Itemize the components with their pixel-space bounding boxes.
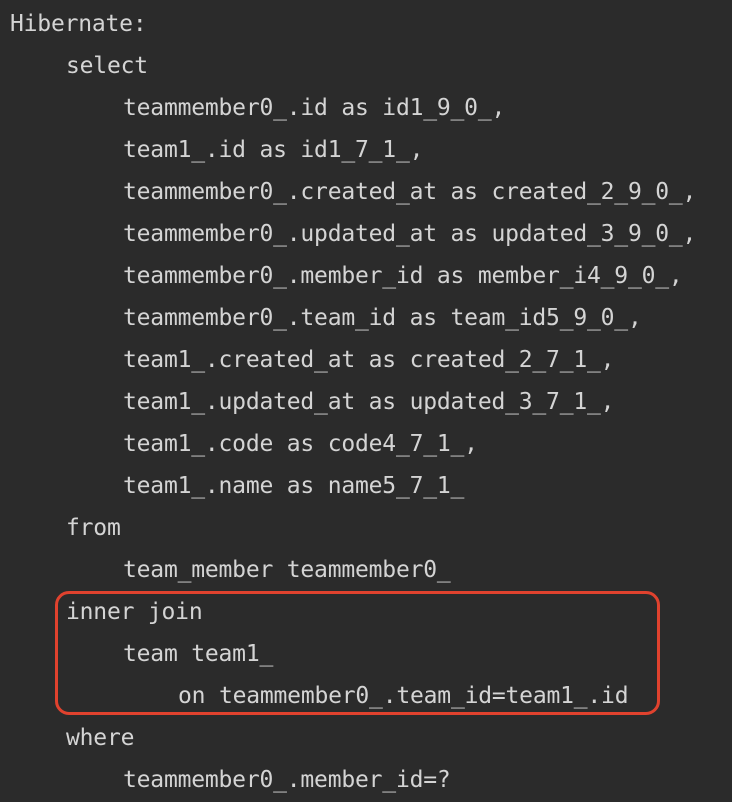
- sql-keyword-where: where: [66, 725, 135, 751]
- sql-keyword-from: from: [66, 515, 121, 541]
- join-highlight-box: [55, 591, 660, 715]
- sql-keyword-select: select: [66, 53, 148, 79]
- console-output: Hibernate: select teammember0_.id as id1…: [0, 0, 732, 802]
- sql-column-line: teammember0_.updated_at as updated_3_9_0…: [123, 221, 697, 247]
- log-header: Hibernate:: [10, 11, 147, 37]
- sql-column-line: team1_.created_at as created_2_7_1_,: [123, 347, 615, 373]
- sql-column-line: team1_.id as id1_7_1_,: [123, 137, 424, 163]
- sql-column-line: teammember0_.member_id as member_i4_9_0_…: [123, 263, 683, 289]
- sql-table-line: team_member teammember0_: [123, 557, 451, 583]
- sql-column-line: team1_.updated_at as updated_3_7_1_,: [123, 389, 615, 415]
- sql-column-line: teammember0_.created_at as created_2_9_0…: [123, 179, 697, 205]
- sql-where-condition: teammember0_.member_id=?: [123, 767, 451, 793]
- sql-column-line: team1_.code as code4_7_1_,: [123, 431, 478, 457]
- sql-column-line: team1_.name as name5_7_1_: [123, 473, 465, 499]
- sql-column-line: teammember0_.id as id1_9_0_,: [123, 95, 506, 121]
- sql-column-line: teammember0_.team_id as team_id5_9_0_,: [123, 305, 642, 331]
